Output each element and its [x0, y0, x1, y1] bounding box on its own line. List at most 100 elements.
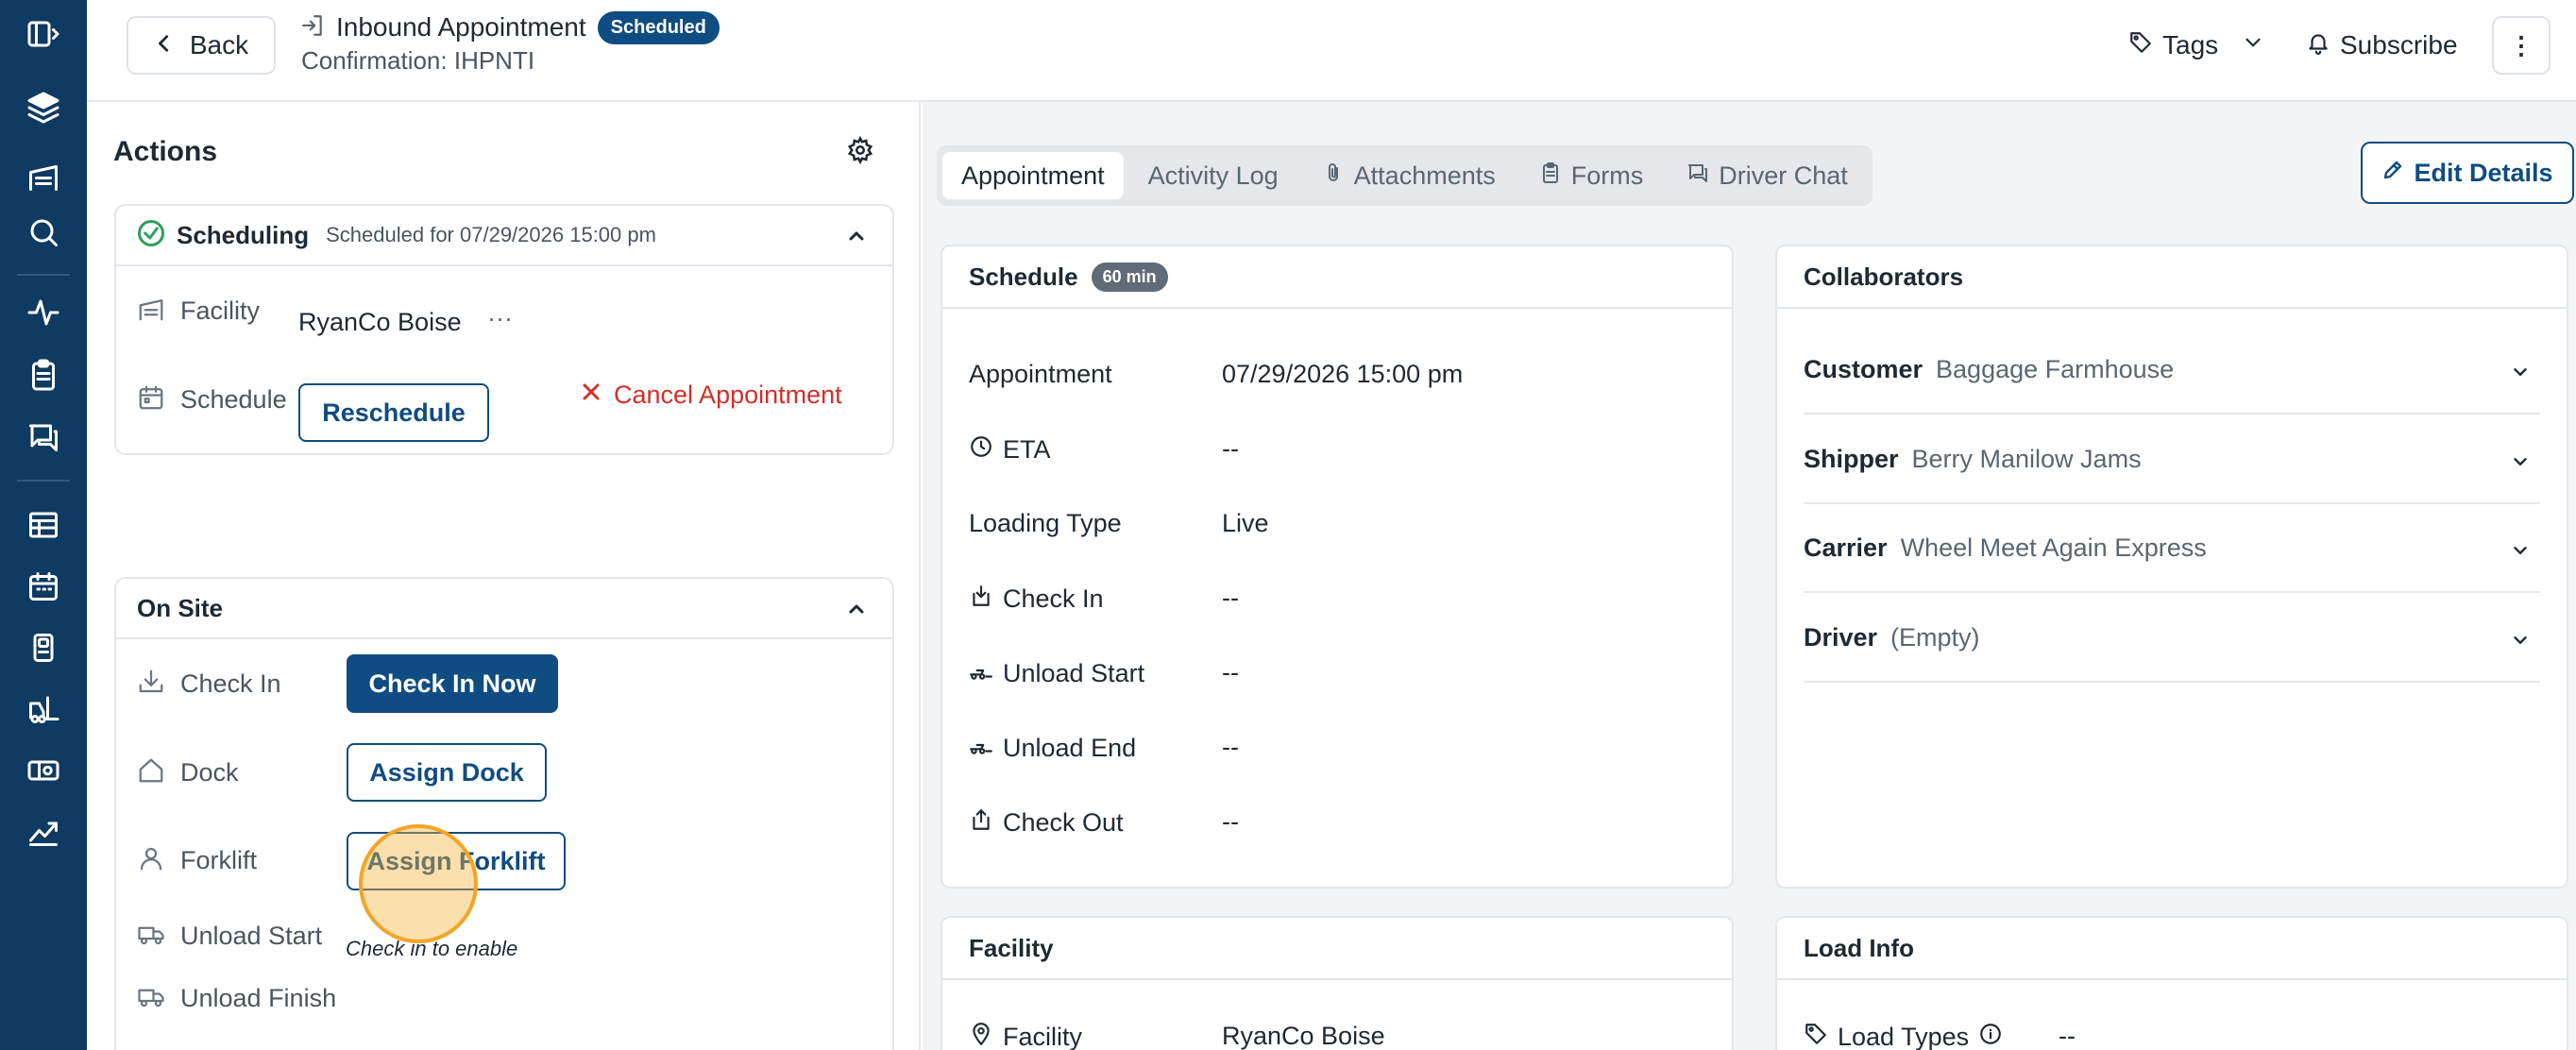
load-info-title: Load Info — [1804, 933, 1914, 962]
unload-start-label: Unload Start — [1003, 659, 1145, 687]
dock-label: Dock — [180, 758, 239, 787]
forklift-icon — [969, 733, 993, 764]
tags-label: Tags — [2162, 30, 2219, 59]
load-types-label: Load Types — [1838, 1023, 1970, 1050]
collaborator-value: Baggage Farmhouse — [1936, 354, 2175, 383]
unload-finish-label: Unload Finish — [180, 984, 337, 1012]
loading-type-label: Loading Type — [969, 509, 1122, 537]
collaborator-customer[interactable]: Customer Baggage Farmhouse — [1804, 326, 2540, 415]
schedule-row: Schedule — [137, 383, 287, 416]
tab-driver-chat-label: Driver Chat — [1719, 161, 1848, 190]
chevron-up-icon[interactable] — [845, 598, 868, 625]
tab-activity-log[interactable]: Activity Log — [1129, 152, 1297, 199]
duration-badge: 60 min — [1091, 262, 1168, 292]
schedule-panel-header: Schedule 60 min — [942, 246, 1732, 309]
schedule-label: Schedule — [180, 385, 287, 414]
gear-icon[interactable] — [846, 135, 874, 169]
truck-icon[interactable] — [21, 748, 66, 793]
dock-icon[interactable] — [21, 154, 66, 199]
clock-icon — [969, 434, 993, 466]
appointment-label: Appointment — [969, 360, 1112, 388]
calendar-icon[interactable] — [21, 564, 66, 609]
tab-driver-chat[interactable]: Driver Chat — [1668, 152, 1867, 199]
building-icon[interactable] — [21, 625, 66, 670]
check-in-label: Check In — [180, 669, 281, 698]
table-icon[interactable] — [21, 502, 66, 548]
check-in-now-button[interactable]: Check In Now — [347, 654, 558, 713]
clipboard-icon — [1539, 161, 1562, 191]
scheduling-subtitle: Scheduled for 07/29/2026 15:00 pm — [326, 223, 656, 246]
bell-icon — [2306, 30, 2330, 61]
collaborator-shipper[interactable]: Shipper Berry Manilow Jams — [1804, 415, 2540, 504]
tags-dropdown[interactable]: Tags — [2128, 25, 2265, 66]
chat-icon — [1686, 161, 1709, 191]
cancel-appointment-link[interactable]: Cancel Appointment — [580, 381, 842, 410]
more-options-button[interactable]: ⋮ — [2492, 16, 2551, 75]
tab-attachments[interactable]: Attachments — [1303, 152, 1515, 199]
appointment-title-row: Inbound Appointment Scheduled — [300, 9, 720, 45]
calendar-icon — [137, 383, 165, 416]
reschedule-button[interactable]: Reschedule — [298, 383, 489, 442]
eta-row-label: ETA — [969, 434, 1051, 466]
dock-row: Dock — [137, 756, 239, 789]
forklift-icon — [969, 658, 993, 689]
edit-details-label: Edit Details — [2414, 158, 2553, 187]
facility-row-label: Facility — [969, 1022, 1082, 1050]
info-icon[interactable] — [1978, 1022, 2003, 1050]
unload-end-row-label: Unload End — [969, 733, 1136, 764]
facility-title: Facility — [969, 933, 1054, 962]
activity-icon[interactable] — [21, 290, 66, 335]
download-icon — [137, 668, 165, 701]
collaborator-driver[interactable]: Driver (Empty) — [1804, 594, 2540, 683]
collaborator-label: Shipper — [1804, 444, 1899, 473]
back-button[interactable]: Back — [127, 16, 276, 75]
facility-row: Facility — [137, 295, 260, 328]
warehouse-icon — [137, 295, 165, 328]
unload-start-value: -- — [1222, 658, 1239, 686]
tab-forms-label: Forms — [1570, 161, 1644, 190]
click-indicator — [359, 824, 478, 943]
collaborator-label: Carrier — [1804, 533, 1888, 562]
sidebar-toggle-icon[interactable] — [21, 11, 66, 57]
search-icon[interactable] — [21, 210, 66, 255]
unload-start-row-label: Unload Start — [969, 658, 1144, 689]
check-circle-icon — [137, 219, 165, 252]
on-site-card: On Site Check In Check In Now Dock Assig… — [114, 577, 894, 1050]
edit-details-button[interactable]: Edit Details — [2361, 142, 2574, 204]
tab-appointment-label: Appointment — [961, 161, 1105, 190]
collaborator-value: Berry Manilow Jams — [1911, 444, 2142, 473]
collaborator-label: Customer — [1804, 354, 1924, 383]
unload-finish-row: Unload Finish — [137, 982, 336, 1015]
download-box-icon — [969, 584, 993, 615]
on-site-card-header[interactable]: On Site — [116, 579, 892, 639]
schedule-panel: Schedule 60 min Appointment 07/29/2026 1… — [941, 245, 1734, 889]
chevron-down-icon — [2510, 628, 2531, 657]
tab-forms[interactable]: Forms — [1520, 152, 1663, 199]
scheduling-card-header[interactable]: Scheduling Scheduled for 07/29/2026 15:0… — [116, 206, 892, 266]
subscribe-button[interactable]: Subscribe — [2306, 25, 2458, 66]
unload-start-row: Unload Start — [137, 920, 322, 953]
warehouse-logo-icon[interactable] — [21, 85, 66, 130]
unload-start-label: Unload Start — [180, 922, 323, 950]
assign-dock-button[interactable]: Assign Dock — [347, 743, 547, 802]
facility-more-button[interactable]: ··· — [487, 304, 513, 333]
forklift-icon[interactable] — [21, 686, 66, 732]
status-badge: Scheduled — [597, 10, 720, 44]
check-out-value: -- — [1222, 807, 1239, 836]
chart-icon[interactable] — [21, 809, 66, 855]
messages-icon[interactable] — [21, 415, 66, 460]
load-info-panel: Load Info Load Types -- — [1775, 916, 2568, 1050]
tab-appointment[interactable]: Appointment — [942, 152, 1124, 199]
collaborator-carrier[interactable]: Carrier Wheel Meet Again Express — [1804, 504, 2540, 593]
eta-value: -- — [1222, 434, 1239, 463]
clipboard-icon[interactable] — [21, 352, 66, 398]
load-types-row-label: Load Types — [1804, 1022, 2003, 1050]
chevron-up-icon[interactable] — [845, 225, 868, 252]
check-in-value: -- — [1222, 584, 1239, 612]
collaborators-title: Collaborators — [1804, 262, 1964, 291]
unload-end-label: Unload End — [1003, 734, 1137, 762]
eta-label: ETA — [1003, 435, 1051, 464]
confirmation-number: Confirmation: IHPNTI — [301, 46, 535, 75]
facility-panel: Facility Facility RyanCo Boise — [941, 916, 1734, 1050]
facility-value: RyanCo Boise — [1222, 1022, 1385, 1050]
